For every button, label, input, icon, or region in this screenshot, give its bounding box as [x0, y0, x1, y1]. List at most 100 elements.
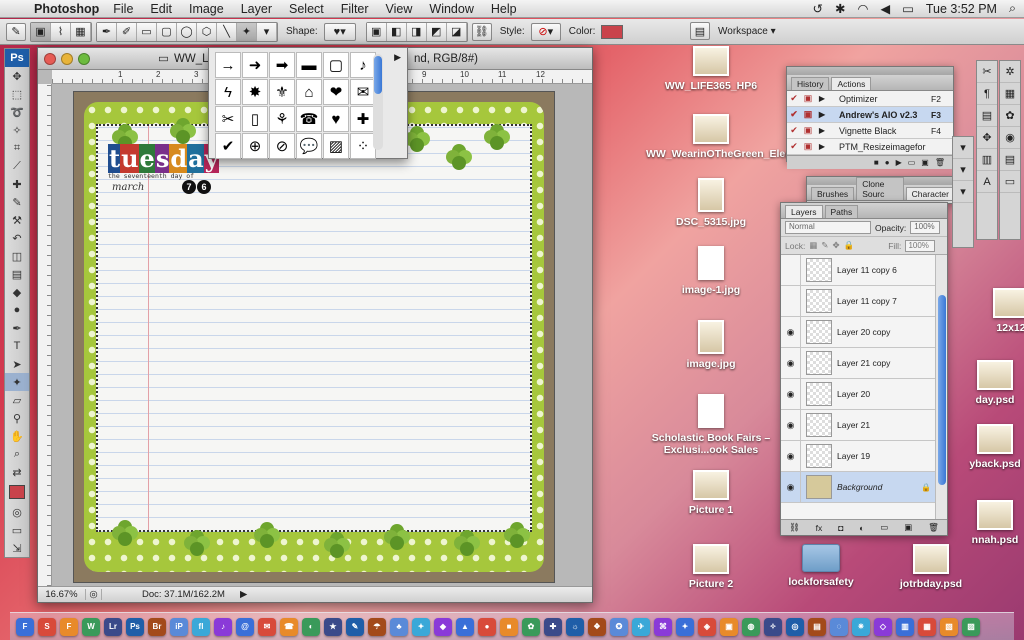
path-selection-icon[interactable]: ➤	[5, 355, 29, 373]
dock-app-icon[interactable]: ✦	[412, 617, 430, 636]
layer-row[interactable]: ◉ Layer 21 copy	[781, 347, 935, 379]
marquee-tool-icon[interactable]: ⬚	[5, 85, 29, 103]
pen-tool-icon[interactable]: ✒	[5, 319, 29, 337]
tab-actions[interactable]: Actions	[831, 77, 872, 90]
rectangle-tool-button[interactable]: ▭	[137, 22, 157, 41]
custom-shape-tool-icon[interactable]: ✦	[5, 373, 29, 391]
shape-swatch[interactable]: ⊕	[242, 133, 268, 159]
tab-paths[interactable]: Paths	[824, 205, 859, 218]
menu-view[interactable]: View	[386, 2, 413, 16]
opacity-input[interactable]: 100%	[910, 221, 941, 234]
dock-app-icon[interactable]: ◆	[434, 617, 452, 636]
menu-edit[interactable]: Edit	[150, 2, 172, 16]
dock-app-icon[interactable]: ♪	[214, 617, 232, 636]
dock-app-icon[interactable]: ▤	[808, 617, 826, 636]
desktop-icon[interactable]: image-1.jpg	[646, 246, 776, 296]
dock-app-icon[interactable]: ✷	[852, 617, 870, 636]
menu-window[interactable]: Window	[429, 2, 473, 16]
shape-picker-dropdown[interactable]: ♥ ▾	[323, 22, 356, 41]
blur-tool-icon[interactable]: ◆	[5, 283, 29, 301]
hand-tool-icon[interactable]: ✋	[5, 427, 29, 445]
lasso-tool-icon[interactable]: ➰	[5, 103, 29, 121]
clock[interactable]: Tue 3:52 PM	[926, 2, 997, 16]
slice-tool-icon[interactable]: ⟋	[5, 157, 29, 175]
workspace-menu[interactable]: Workspace ▾	[718, 26, 776, 37]
line-tool-button[interactable]: ╲	[217, 22, 237, 41]
adjustments-icon[interactable]: ▤	[1000, 149, 1020, 171]
dock-app-icon[interactable]: ★	[324, 617, 342, 636]
dock-app-icon[interactable]: ◐	[302, 617, 320, 636]
document-canvas[interactable]: tuesday the seventeenth day of march 7 6	[74, 92, 554, 582]
dock-app-icon[interactable]: ✿	[522, 617, 540, 636]
subtract-from-shape-area-button[interactable]: ◨	[406, 22, 427, 41]
desktop-icon[interactable]: DSC_5315.jpg	[646, 178, 776, 228]
checkmark-icon[interactable]: ✔	[787, 93, 801, 104]
shape-swatch[interactable]: ▬	[296, 52, 322, 78]
shape-swatch[interactable]: ☎	[296, 106, 322, 132]
checkmark-icon[interactable]: ✔	[787, 125, 801, 136]
shape-swatch[interactable]: ⚘	[269, 106, 295, 132]
polygon-tool-button[interactable]: ⬡	[197, 22, 217, 41]
new-layer-icon[interactable]: ▣	[904, 522, 912, 533]
freeform-pen-button[interactable]: ✐	[117, 22, 137, 41]
dock-app-icon[interactable]: ◍	[742, 617, 760, 636]
dock-app-icon[interactable]: ☎	[280, 617, 298, 636]
vertical-ruler[interactable]	[38, 84, 52, 586]
fill-pixels-button[interactable]: ▦	[71, 22, 91, 41]
tab-character[interactable]: Character	[905, 187, 955, 200]
paths-button[interactable]: ⌇	[51, 22, 71, 41]
zoom-level[interactable]: 16.67%	[38, 589, 86, 600]
visibility-eye-icon[interactable]: ◉	[781, 409, 801, 441]
shape-swatch[interactable]: ♥	[323, 106, 349, 132]
expand-triangle-icon[interactable]: ▶	[815, 126, 829, 135]
dock-app-icon[interactable]: Lr	[104, 617, 122, 636]
dock-app-icon[interactable]: ▥	[896, 617, 914, 636]
shape-swatch[interactable]: ✂	[215, 106, 241, 132]
type-icon[interactable]: A	[977, 171, 997, 193]
desktop-icon[interactable]: Picture 1	[646, 470, 776, 516]
brush-tool-icon[interactable]: ✎	[5, 193, 29, 211]
dock-app-icon[interactable]: F	[60, 617, 78, 636]
fill-input[interactable]: 100%	[905, 239, 936, 252]
visibility-eye-icon[interactable]: ◉	[781, 347, 801, 379]
zoom-window-button[interactable]	[78, 53, 90, 65]
paragraph-icon[interactable]: ¶	[977, 83, 997, 105]
dock-app-icon[interactable]: ♣	[390, 617, 408, 636]
magic-wand-tool-icon[interactable]: ✧	[5, 121, 29, 139]
screen-mode-icon[interactable]: ▭	[5, 521, 29, 539]
shape-swatch[interactable]: ⊘	[269, 133, 295, 159]
layer-row[interactable]: ◉ Layer 21	[781, 409, 935, 441]
menu-select[interactable]: Select	[289, 2, 324, 16]
volume-icon[interactable]: ◀	[880, 1, 890, 16]
record-icon[interactable]: ●	[885, 158, 890, 167]
scrollbar-thumb[interactable]	[374, 56, 382, 94]
layer-style-icon[interactable]: fx	[816, 523, 823, 533]
tools-icon[interactable]: ✂	[977, 61, 997, 83]
layer-row[interactable]: ◉ Layer 20 copy	[781, 316, 935, 348]
panel-icon[interactable]: ▾	[953, 159, 973, 181]
lock-all-icon[interactable]: 🔒	[844, 240, 855, 251]
rounded-rect-tool-button[interactable]: ▢	[157, 22, 177, 41]
tab-brushes[interactable]: Brushes	[811, 187, 855, 200]
action-row[interactable]: ✔ ▣ ▶ Vignette Black F4	[787, 123, 953, 139]
layer-mask-icon[interactable]: ◘	[838, 523, 843, 533]
visibility-eye-icon[interactable]	[781, 255, 801, 286]
close-window-button[interactable]	[44, 53, 56, 65]
shape-swatch[interactable]: ▯	[242, 106, 268, 132]
desktop-icon[interactable]: WW_WearinOTheGreen_Elements	[646, 114, 816, 160]
bluetooth-icon[interactable]: ✱	[835, 1, 845, 16]
eyedropper-tool-icon[interactable]: ⚲	[5, 409, 29, 427]
tab-history[interactable]: History	[791, 77, 830, 90]
gradient-tool-icon[interactable]: ▤	[5, 265, 29, 283]
dialog-toggle-icon[interactable]: ▣	[801, 93, 815, 104]
visibility-eye-icon[interactable]: ◉	[781, 316, 801, 348]
shape-swatch[interactable]: ⌂	[296, 79, 322, 105]
dock-app-icon[interactable]: fl	[192, 617, 210, 636]
masks-icon[interactable]: ▭	[1000, 171, 1020, 193]
dock-app-icon[interactable]: F	[16, 617, 34, 636]
link-icon[interactable]: ⛓	[471, 22, 492, 41]
visibility-eye-icon[interactable]: ◉	[781, 378, 801, 410]
dock-app-icon[interactable]: ✧	[764, 617, 782, 636]
dock-app-icon[interactable]: ✚	[544, 617, 562, 636]
app-menu-photoshop[interactable]: Photoshop	[34, 2, 99, 16]
